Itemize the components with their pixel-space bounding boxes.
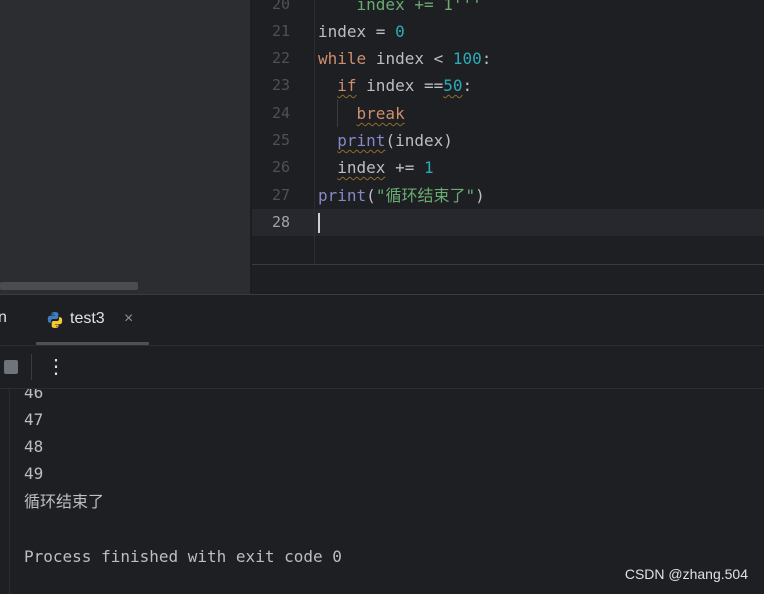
line-number: 24 bbox=[271, 104, 290, 122]
line-number-current: 28 bbox=[271, 213, 290, 231]
text-caret bbox=[318, 213, 320, 233]
line-number: 21 bbox=[271, 22, 290, 40]
line-number: 20 bbox=[271, 0, 290, 13]
console-line: 46 bbox=[24, 389, 44, 402]
console-line: 49 bbox=[24, 464, 44, 483]
line-number: 26 bbox=[271, 158, 290, 176]
process-finished-line: Process finished with exit code 0 bbox=[24, 547, 342, 566]
project-panel bbox=[0, 0, 250, 294]
line-number: 23 bbox=[271, 76, 290, 94]
code-line-20: index += 1''' bbox=[318, 0, 482, 14]
toolbar-separator bbox=[31, 354, 32, 380]
code-line-27: print("循环结束了") bbox=[318, 186, 485, 205]
line-number: 22 bbox=[271, 49, 290, 67]
code-line-21: index = 0 bbox=[318, 22, 405, 41]
python-icon bbox=[47, 312, 63, 328]
console-output[interactable]: 46 47 48 49 循环结束了 Process finished with … bbox=[0, 389, 764, 594]
tab-test3[interactable]: test3 × bbox=[36, 295, 149, 345]
close-icon[interactable]: × bbox=[124, 310, 133, 328]
active-tab-indicator bbox=[36, 342, 149, 345]
console-line: 循环结束了 bbox=[24, 492, 105, 511]
run-tool-window-title: n bbox=[0, 309, 7, 326]
horizontal-scrollbar[interactable] bbox=[0, 282, 138, 290]
current-line-highlight bbox=[252, 209, 764, 236]
stop-icon[interactable] bbox=[4, 360, 18, 374]
run-toolbar: ⋮ bbox=[0, 346, 764, 389]
code-line-24: break bbox=[356, 104, 405, 123]
code-line-25: print(index) bbox=[337, 131, 453, 150]
code-line-23: if index ==50: bbox=[337, 76, 473, 95]
code-line-26: index += 1 bbox=[337, 158, 434, 177]
line-number: 27 bbox=[271, 186, 290, 204]
tab-label: test3 bbox=[70, 310, 105, 327]
run-tab-bar: n test3 × bbox=[0, 295, 764, 346]
more-vertical-icon[interactable]: ⋮ bbox=[46, 354, 66, 380]
console-gutter bbox=[9, 389, 10, 594]
code-line-22: while index < 100: bbox=[318, 49, 492, 68]
console-line: 47 bbox=[24, 410, 44, 429]
code-editor[interactable]: 20 21 22 23 24 25 26 27 28 index += 1'''… bbox=[251, 0, 764, 294]
watermark: CSDN @zhang.504 bbox=[624, 566, 748, 582]
line-number-gutter: 20 21 22 23 24 25 26 27 28 bbox=[252, 0, 315, 264]
console-line: 48 bbox=[24, 437, 44, 456]
editor-divider bbox=[252, 264, 764, 265]
line-number: 25 bbox=[271, 131, 290, 149]
